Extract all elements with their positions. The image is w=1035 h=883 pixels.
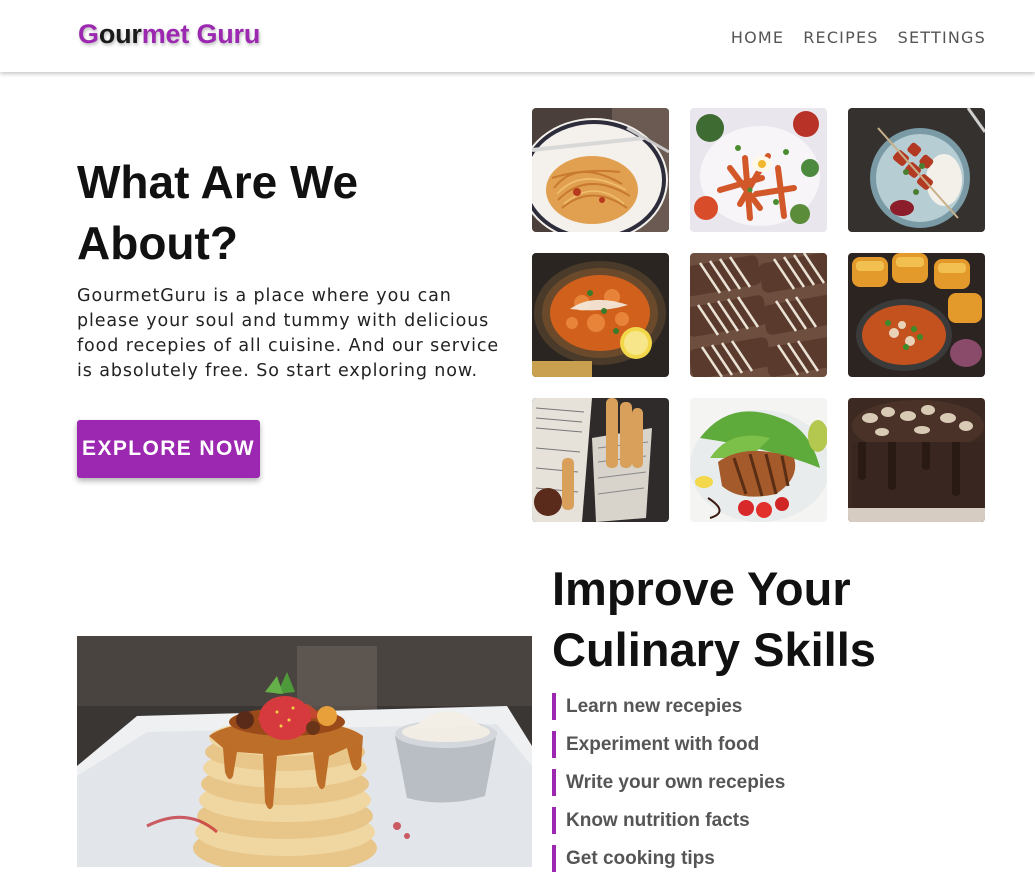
brand-text-guru: Guru xyxy=(189,19,261,49)
brand-text-our: our xyxy=(98,19,142,49)
brand-text-met: met xyxy=(141,19,190,49)
spaghetti-plate-photo[interactable] xyxy=(532,108,669,232)
skill-item: Write your own recepies xyxy=(552,769,785,796)
brand-letter: G xyxy=(78,19,99,49)
nav-settings-link[interactable]: SETTINGS xyxy=(898,28,986,47)
skills-heading: Improve Your Culinary Skills xyxy=(552,562,876,676)
nav-home-link[interactable]: HOME xyxy=(731,28,784,47)
explore-now-button[interactable]: EXPLORE NOW xyxy=(77,420,260,478)
nav-menu: HOME RECIPES SETTINGS xyxy=(731,28,986,47)
sweet-potato-fries-photo[interactable] xyxy=(690,108,827,232)
food-gallery xyxy=(532,108,985,522)
drizzled-bars-photo[interactable] xyxy=(690,253,827,377)
skill-item: Learn new recepies xyxy=(552,693,785,720)
kebab-skewers-photo[interactable] xyxy=(848,108,985,232)
grilled-salmon-photo[interactable] xyxy=(690,398,827,522)
skill-item: Experiment with food xyxy=(552,731,785,758)
skills-list: Learn new recepies Experiment with food … xyxy=(552,693,785,883)
skill-item: Know nutrition facts xyxy=(552,807,785,834)
skill-item: Get cooking tips xyxy=(552,845,785,872)
about-heading: What Are We About? xyxy=(77,156,359,269)
brand-logo[interactable]: Gourmet Guru xyxy=(78,19,260,50)
about-description: GourmetGuru is a place where you can ple… xyxy=(77,286,500,381)
chocolate-cake-photo[interactable] xyxy=(848,398,985,522)
churros-photo[interactable] xyxy=(532,398,669,522)
pancake-stack-photo xyxy=(77,636,532,867)
pav-bhaji-photo[interactable] xyxy=(848,253,985,377)
navbar: Gourmet Guru HOME RECIPES SETTINGS xyxy=(0,0,1035,72)
curry-bowl-photo[interactable] xyxy=(532,253,669,377)
nav-recipes-link[interactable]: RECIPES xyxy=(803,28,878,47)
